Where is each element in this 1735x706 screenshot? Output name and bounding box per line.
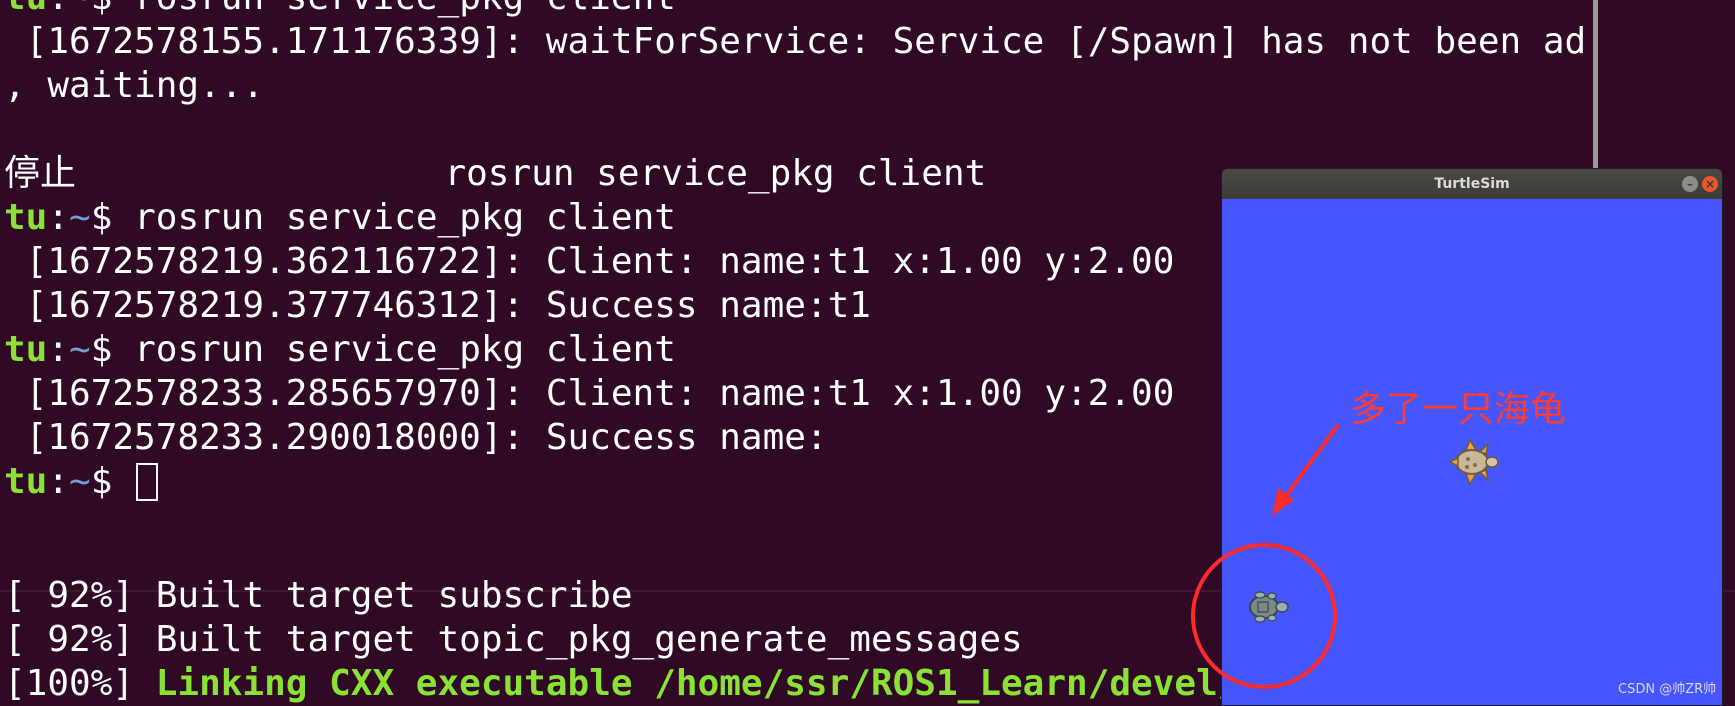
watermark: CSDN @帅ZR帅 <box>1618 682 1717 697</box>
annotation-arrow <box>1272 423 1340 516</box>
annotation-circle <box>1191 543 1337 689</box>
annotation-label: 多了一只海龟 <box>1350 389 1567 430</box>
annotation-overlay <box>1191 423 1340 689</box>
